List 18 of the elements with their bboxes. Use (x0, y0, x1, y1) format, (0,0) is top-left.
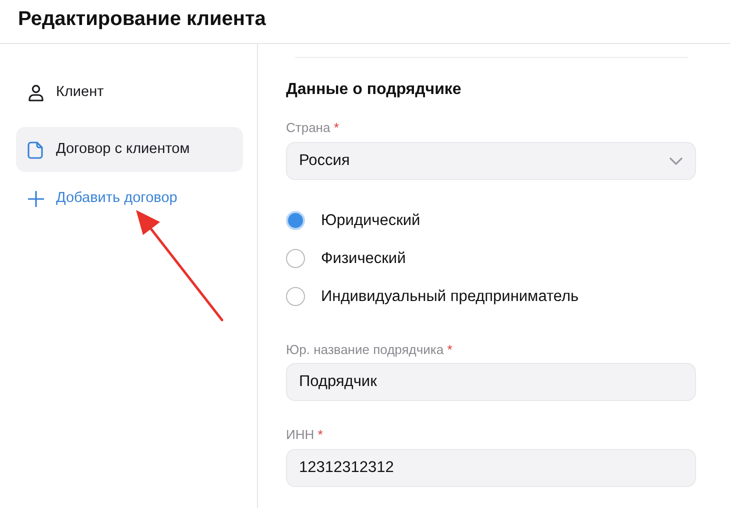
radio-option[interactable]: Индивидуальный предприниматель (286, 278, 696, 316)
input-field[interactable]: Подрядчик (286, 363, 696, 401)
field-label: ИНН * (286, 426, 323, 444)
radio-option[interactable]: Юридический (286, 202, 696, 240)
country-select[interactable]: Россия (286, 142, 696, 180)
page-title: Редактирование клиента (0, 0, 730, 44)
field-label: Страна * (286, 119, 339, 137)
sidebar-item[interactable]: Договор с клиентом (16, 127, 243, 172)
radio-option[interactable]: Физический (286, 240, 696, 278)
chevron-down-icon (669, 156, 683, 164)
section-title: Данные о подрядчике (286, 80, 462, 100)
person-icon (26, 82, 46, 102)
sidebar-item[interactable]: Клиент (16, 70, 243, 115)
document-icon (26, 140, 46, 160)
input-field[interactable]: 12312312312 (286, 448, 696, 486)
add-contract-link[interactable]: Добавить договор (16, 184, 188, 214)
field-label: Юр. название подрядчика * (286, 340, 452, 359)
plus-icon (26, 189, 46, 209)
